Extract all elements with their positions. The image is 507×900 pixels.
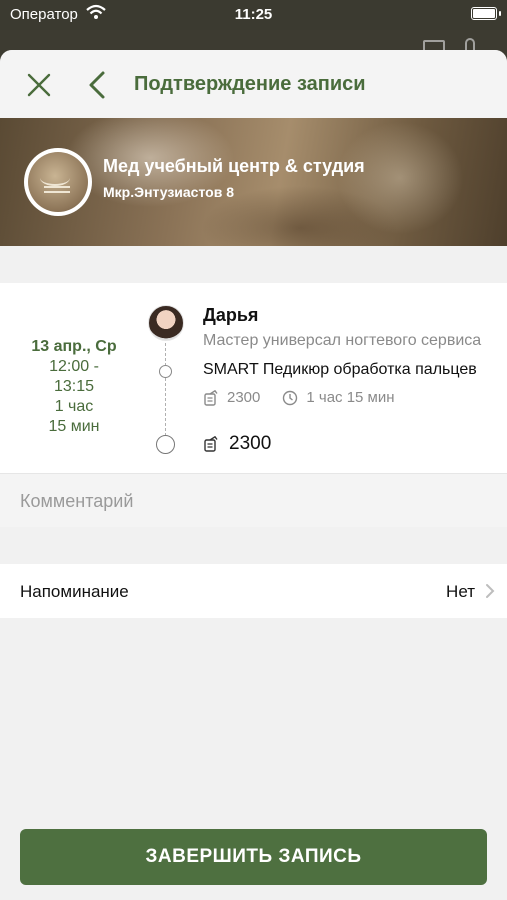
timeline-line — [165, 338, 166, 441]
status-bar: Оператор 11:25 — [0, 0, 507, 30]
master-name: Дарья — [203, 305, 259, 325]
booking-date: 13 апр., Ср — [31, 338, 117, 355]
booking-confirmation-sheet: Подтверждение записи Мед учебный центр &… — [0, 50, 507, 900]
booking-total: 2300 — [203, 433, 271, 455]
total-dot — [156, 435, 175, 454]
salon-logo — [24, 148, 92, 216]
service-price: 2300 — [227, 389, 261, 406]
price-tag-icon — [204, 436, 218, 452]
salon-name: Мед учебный центр & студия — [103, 156, 365, 176]
chevron-right-icon — [486, 584, 495, 598]
reminder-row[interactable]: Напоминание Нет — [0, 564, 507, 618]
battery-icon — [471, 7, 501, 20]
salon-address: Мкр.Энтузиастов 8 — [103, 184, 234, 200]
service-dot — [159, 365, 172, 378]
close-icon[interactable] — [26, 72, 52, 98]
booking-time-range: 12:00 - 13:15 — [49, 358, 99, 395]
reminder-label: Напоминание — [20, 582, 129, 601]
clock-icon — [283, 390, 298, 405]
booking-duration: 1 час 15 мин — [48, 398, 100, 435]
clock: 11:25 — [234, 6, 273, 23]
comment-input[interactable] — [20, 488, 480, 514]
total-price: 2300 — [229, 433, 272, 454]
page-title: Подтверждение записи — [134, 73, 366, 95]
nav-bar: Подтверждение записи — [0, 50, 507, 118]
reminder-value: Нет — [446, 582, 475, 601]
booking-datetime: 13 апр., Ср 12:00 - 13:15 1 час 15 мин — [0, 337, 148, 437]
service-name: SMART Педикюр обработка пальцев — [203, 361, 477, 378]
finish-booking-button[interactable]: ЗАВЕРШИТЬ ЗАПИСЬ — [20, 829, 487, 885]
master-role: Мастер универсал ногтевого сервиса — [203, 332, 482, 349]
master-avatar — [148, 305, 184, 341]
booking-card: 13 апр., Ср 12:00 - 13:15 1 час 15 мин Д… — [0, 283, 507, 473]
service-duration: 1 час 15 мин — [306, 389, 395, 406]
back-chevron-icon[interactable] — [86, 70, 108, 100]
comment-row — [0, 473, 507, 527]
price-tag-icon — [204, 389, 218, 406]
service-meta: 2300 1 час 15 мин — [203, 389, 395, 406]
salon-banner: Мед учебный центр & студия Мкр.Энтузиаст… — [0, 118, 507, 246]
